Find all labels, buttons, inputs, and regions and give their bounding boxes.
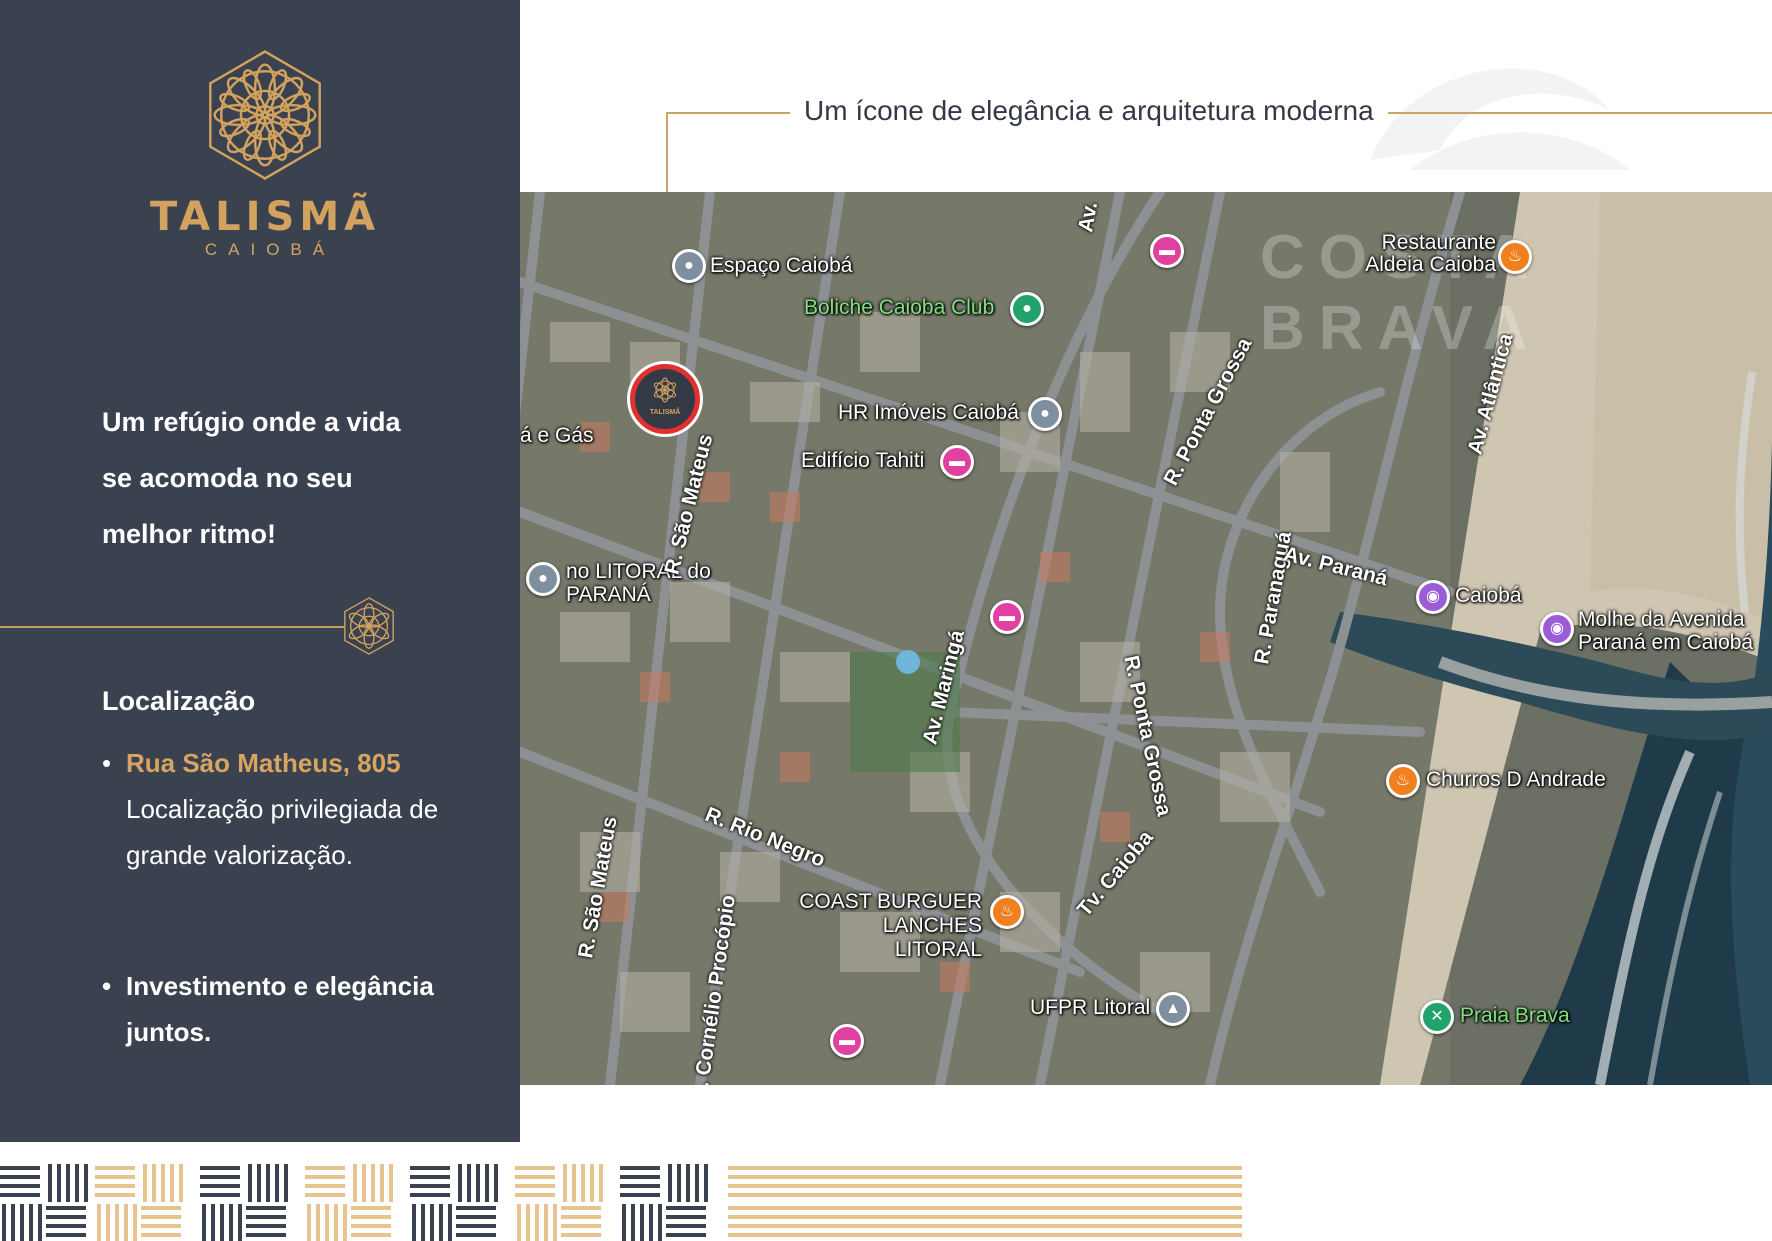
hotel-icon[interactable]: ▬ bbox=[940, 445, 974, 479]
decorative-stripe-pattern bbox=[0, 1164, 1242, 1241]
mandala-divider-icon bbox=[344, 597, 394, 655]
tagline: Um refúgio onde a vida se acomoda no seu… bbox=[102, 407, 401, 549]
brand-subtitle: CAIOBÁ bbox=[204, 240, 336, 259]
brand-name: TALISMÃ bbox=[150, 194, 381, 240]
place-churros-d-andrade[interactable]: Churros D Andrade bbox=[1426, 768, 1606, 792]
investment-text: Investimento e elegância juntos. bbox=[126, 971, 434, 1047]
address-text: Rua São Matheus, 805 bbox=[126, 748, 401, 778]
park-icon[interactable]: ✕ bbox=[1420, 1000, 1454, 1034]
location-heading: Localização bbox=[102, 686, 256, 716]
divider-line bbox=[0, 626, 345, 628]
restaurant-icon[interactable]: ♨ bbox=[1386, 764, 1420, 798]
subtitle-connector bbox=[666, 112, 668, 192]
hotel-icon[interactable]: ▬ bbox=[830, 1024, 864, 1058]
gray-pin-icon[interactable]: ● bbox=[1028, 397, 1062, 431]
camera-icon[interactable]: ◉ bbox=[1416, 580, 1450, 614]
place-ufpr-litoral[interactable]: UFPR Litoral bbox=[1030, 996, 1150, 1020]
restaurant-icon[interactable]: ♨ bbox=[1498, 240, 1532, 274]
list-item-address: • Rua São Matheus, 805 Localização privi… bbox=[102, 740, 442, 878]
mandala-logo-icon bbox=[209, 50, 321, 180]
wave-watermark-icon bbox=[1370, 68, 1630, 170]
green-pin-icon[interactable]: ● bbox=[1010, 292, 1044, 326]
page-subtitle: Um ícone de elegância e arquitetura mode… bbox=[790, 92, 1388, 130]
list-item-investment: • Investimento e elegância juntos. bbox=[102, 963, 502, 1055]
school-icon[interactable]: ▲ bbox=[1156, 992, 1190, 1026]
address-description: Localização privilegiada de grande valor… bbox=[126, 794, 439, 870]
place-coast-burguer[interactable]: COAST BURGUER LANCHES LITORAL bbox=[792, 890, 982, 962]
place-molhe-avenida-parana[interactable]: Molhe da Avenida Paraná em Caiobá bbox=[1578, 608, 1768, 654]
restaurant-icon[interactable]: ♨ bbox=[990, 895, 1024, 929]
place-espaco-caioba[interactable]: Espaço Caiobá bbox=[710, 254, 852, 278]
place-restaurante-aldeia-caioba[interactable]: Restaurante Aldeia Caioba bbox=[1336, 232, 1496, 276]
project-marker-label: TALISMÃ bbox=[649, 409, 681, 416]
hotel-icon[interactable]: ▬ bbox=[990, 600, 1024, 634]
brand-logo: TALISMÃ CAIOBÁ bbox=[150, 45, 380, 261]
gray-pin-icon[interactable]: ● bbox=[672, 249, 706, 283]
place-edificio-tahiti[interactable]: Edifício Tahiti bbox=[801, 449, 924, 473]
place-hr-imoveis-caioba[interactable]: HR Imóveis Caiobá bbox=[838, 401, 1019, 425]
gray-pin-icon[interactable]: ● bbox=[526, 562, 560, 596]
bullet-dot: • bbox=[102, 971, 112, 1001]
mandala-marker-icon bbox=[653, 377, 677, 403]
project-location-marker[interactable]: TALISMÃ bbox=[630, 364, 700, 434]
place-caioba[interactable]: Caiobá bbox=[1455, 584, 1522, 608]
place-litoral-parana[interactable]: no LITORAL do PARANÁ bbox=[566, 560, 716, 606]
hotel-icon[interactable]: ▬ bbox=[1150, 234, 1184, 268]
location-map[interactable]: COSTA BRAVA ● Espaço Caiobá ● Boliche Ca… bbox=[520, 192, 1772, 1085]
camera-icon[interactable]: ◉ bbox=[1540, 612, 1574, 646]
place-boliche-caioba-club[interactable]: Boliche Caioba Club bbox=[804, 296, 994, 320]
bullet-dot: • bbox=[102, 748, 112, 778]
sidebar: TALISMÃ CAIOBÁ Um refúgio onde a vida se… bbox=[0, 0, 520, 1142]
place-partial-label[interactable]: á e Gás bbox=[520, 424, 594, 448]
place-praia-brava[interactable]: Praia Brava bbox=[1460, 1004, 1570, 1028]
